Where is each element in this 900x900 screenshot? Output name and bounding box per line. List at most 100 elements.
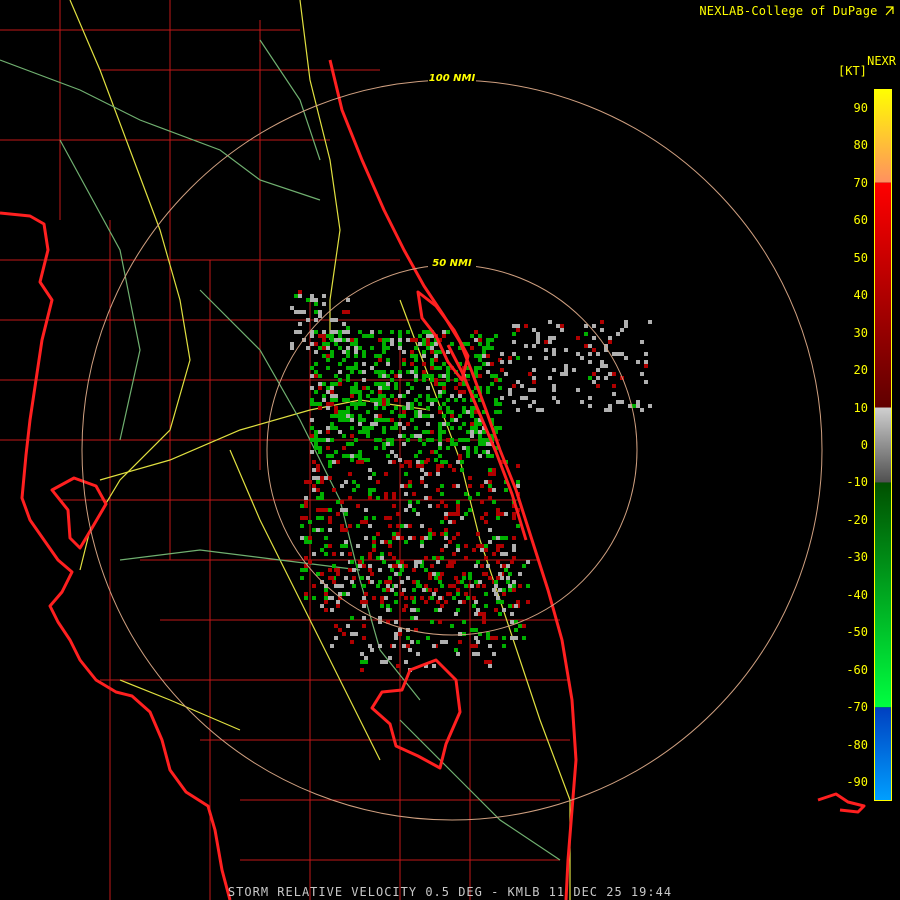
velocity-bin <box>398 572 402 576</box>
velocity-bin <box>406 644 410 648</box>
velocity-bin <box>432 556 436 560</box>
velocity-bin <box>514 628 518 632</box>
velocity-bin <box>492 652 496 656</box>
velocity-bin <box>588 344 592 348</box>
velocity-bin <box>350 426 354 430</box>
velocity-bin <box>362 362 366 366</box>
velocity-bin <box>360 460 364 464</box>
velocity-bin <box>478 366 482 370</box>
velocity-bin <box>418 414 422 418</box>
scale-tick: 50 <box>853 250 868 265</box>
velocity-bin <box>440 584 444 588</box>
velocity-bin <box>426 636 430 640</box>
velocity-bin <box>440 556 444 560</box>
scale-band <box>875 482 891 708</box>
velocity-bin <box>398 632 402 636</box>
velocity-bin <box>406 338 410 342</box>
velocity-bin <box>378 390 382 394</box>
velocity-bin <box>416 640 420 644</box>
product-label: NEXR <box>867 54 896 68</box>
velocity-bin <box>616 400 620 404</box>
velocity-bin <box>430 362 434 366</box>
velocity-bin <box>612 352 616 356</box>
velocity-bin <box>338 330 342 334</box>
velocity-bin <box>390 378 394 382</box>
velocity-bin <box>488 528 492 532</box>
velocity-bin <box>466 450 470 454</box>
velocity-bin <box>516 524 520 528</box>
velocity-bin <box>338 592 342 596</box>
velocity-bin <box>470 406 474 410</box>
velocity-bin <box>516 600 520 604</box>
velocity-bin <box>478 334 482 338</box>
velocity-bin <box>390 568 394 572</box>
velocity-bin <box>454 648 458 652</box>
scale-tick: -50 <box>846 625 868 640</box>
velocity-bin <box>406 390 410 394</box>
velocity-bin <box>438 382 442 386</box>
velocity-bin <box>410 406 414 410</box>
velocity-bin <box>336 460 340 464</box>
velocity-bin <box>464 592 468 596</box>
velocity-bin <box>364 516 368 520</box>
velocity-bin <box>434 576 438 580</box>
velocity-bin <box>456 532 460 536</box>
velocity-bin <box>510 560 514 564</box>
velocity-bin <box>496 548 500 552</box>
velocity-bin <box>382 398 386 402</box>
velocity-bin <box>420 480 424 484</box>
velocity-bin <box>412 580 416 584</box>
velocity-bin <box>360 556 364 560</box>
velocity-bin <box>560 324 564 328</box>
velocity-bin <box>470 628 474 632</box>
velocity-bin <box>466 374 470 378</box>
velocity-bin <box>422 362 426 366</box>
velocity-bin <box>588 352 592 356</box>
velocity-bin <box>640 340 644 344</box>
velocity-bin <box>394 564 398 568</box>
velocity-bin <box>444 544 448 548</box>
velocity-bin <box>528 388 532 392</box>
velocity-bin <box>330 644 334 648</box>
velocity-bin <box>588 360 592 364</box>
velocity-bin <box>410 640 414 644</box>
velocity-bin <box>512 544 516 548</box>
velocity-bin <box>342 330 346 334</box>
velocity-bin <box>388 460 392 464</box>
velocity-bin <box>450 442 454 446</box>
velocity-bin <box>378 382 382 386</box>
velocity-bin <box>494 592 498 596</box>
velocity-bin <box>380 660 384 664</box>
velocity-bin <box>462 438 466 442</box>
velocity-bin <box>398 422 402 426</box>
velocity-bin <box>532 368 536 372</box>
velocity-bin <box>354 632 358 636</box>
velocity-bin <box>440 500 444 504</box>
velocity-bin <box>342 338 346 342</box>
velocity-bin <box>426 422 430 426</box>
velocity-bin <box>400 560 404 564</box>
velocity-bin <box>388 576 392 580</box>
velocity-bin <box>388 544 392 548</box>
velocity-bin <box>438 442 442 446</box>
velocity-bin <box>470 422 474 426</box>
velocity-bin <box>444 600 448 604</box>
velocity-bin <box>468 508 472 512</box>
velocity-bin <box>478 438 482 442</box>
velocity-bin <box>462 446 466 450</box>
velocity-bin <box>350 560 354 564</box>
velocity-bin <box>454 576 458 580</box>
velocity-bin <box>344 540 348 544</box>
velocity-bin <box>342 414 346 418</box>
velocity-bin <box>318 314 322 318</box>
velocity-bin <box>426 346 430 350</box>
velocity-bin <box>474 338 478 342</box>
velocity-bin <box>560 372 564 376</box>
velocity-bin <box>410 616 414 620</box>
velocity-bin <box>466 438 470 442</box>
velocity-bin <box>470 346 474 350</box>
velocity-bin <box>386 454 390 458</box>
velocity-bin <box>438 596 442 600</box>
velocity-bin <box>564 372 568 376</box>
velocity-bin <box>384 496 388 500</box>
